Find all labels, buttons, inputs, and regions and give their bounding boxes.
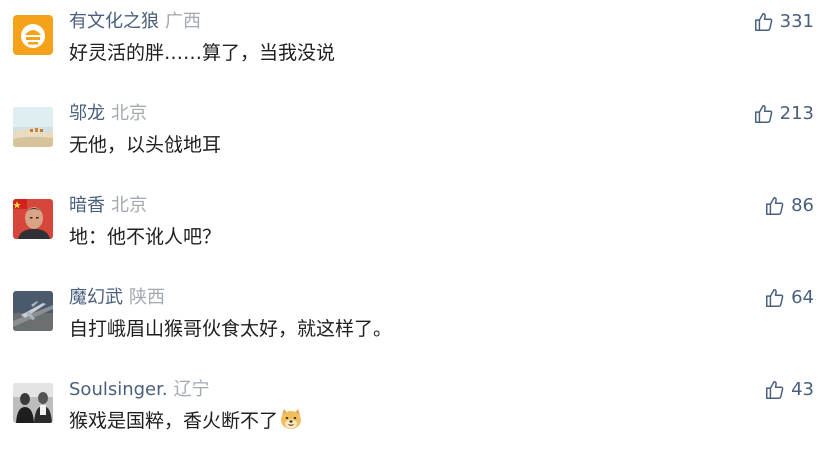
comment-item: Soulsinger. 辽宁 猴戏是国粹，香火断不了 43	[0, 368, 840, 460]
username[interactable]: 魔幻武	[69, 287, 123, 308]
comment-meta: 有文化之狼 广西	[69, 9, 201, 35]
avatar[interactable]	[13, 107, 53, 147]
thumbs-up-icon	[766, 381, 784, 399]
comment-text: 好灵活的胖……算了，当我没说	[69, 42, 336, 64]
comment-meta: 魔幻武 陕西	[69, 285, 165, 311]
avatar[interactable]	[13, 199, 53, 239]
doge-emoji-icon	[281, 409, 302, 429]
bw-photo-avatar-icon	[13, 383, 53, 423]
like-button[interactable]: 64	[764, 284, 814, 312]
comment-meta: 暗香 北京	[69, 193, 147, 219]
location: 陕西	[129, 287, 165, 308]
comment-item: 邬龙 北京 无他，以头戗地耳 213	[0, 92, 840, 184]
like-button[interactable]: 43	[764, 376, 814, 404]
location: 北京	[111, 103, 147, 124]
aircraft-avatar-icon	[13, 291, 53, 331]
avatar[interactable]	[13, 15, 53, 55]
username[interactable]: Soulsinger.	[69, 379, 168, 400]
comment-item: 有文化之狼 广西 好灵活的胖……算了，当我没说 331	[0, 0, 840, 92]
username[interactable]: 有文化之狼	[69, 11, 159, 32]
thumbs-up-icon	[766, 289, 784, 307]
like-count: 213	[779, 103, 814, 124]
comment-text: 自打峨眉山猴哥伙食太好，就这样了。	[69, 318, 393, 340]
like-button[interactable]: 86	[764, 192, 814, 220]
comment-text-content: 猴戏是国粹，香火断不了	[69, 410, 279, 432]
avatar[interactable]	[13, 291, 53, 331]
like-count: 86	[791, 195, 814, 216]
location: 北京	[111, 195, 147, 216]
like-count: 43	[791, 379, 814, 400]
like-button[interactable]: 331	[753, 8, 814, 36]
comment-item: 魔幻武 陕西 自打峨眉山猴哥伙食太好，就这样了。 64	[0, 276, 840, 368]
comment-meta: Soulsinger. 辽宁	[69, 377, 210, 403]
comment-text: 地：他不讹人吧？	[69, 226, 222, 248]
comment-item: 暗香 北京 地：他不讹人吧？ 86	[0, 184, 840, 276]
location: 广西	[165, 11, 201, 32]
like-count: 331	[779, 11, 814, 32]
fox-logo-avatar-icon	[13, 15, 53, 55]
username[interactable]: 邬龙	[69, 103, 105, 124]
man-portrait-flag-avatar-icon	[13, 199, 53, 239]
like-button[interactable]: 213	[753, 100, 814, 128]
avatar[interactable]	[13, 383, 53, 423]
thumbs-up-icon	[754, 13, 772, 31]
username[interactable]: 暗香	[69, 195, 105, 216]
location: 辽宁	[173, 379, 210, 400]
thumbs-up-icon	[754, 105, 772, 123]
comment-text: 猴戏是国粹，香火断不了	[69, 407, 303, 435]
comment-meta: 邬龙 北京	[69, 101, 147, 127]
desert-camels-avatar-icon	[13, 107, 53, 147]
like-count: 64	[791, 287, 814, 308]
comment-text: 无他，以头戗地耳	[69, 134, 222, 156]
thumbs-up-icon	[766, 197, 784, 215]
